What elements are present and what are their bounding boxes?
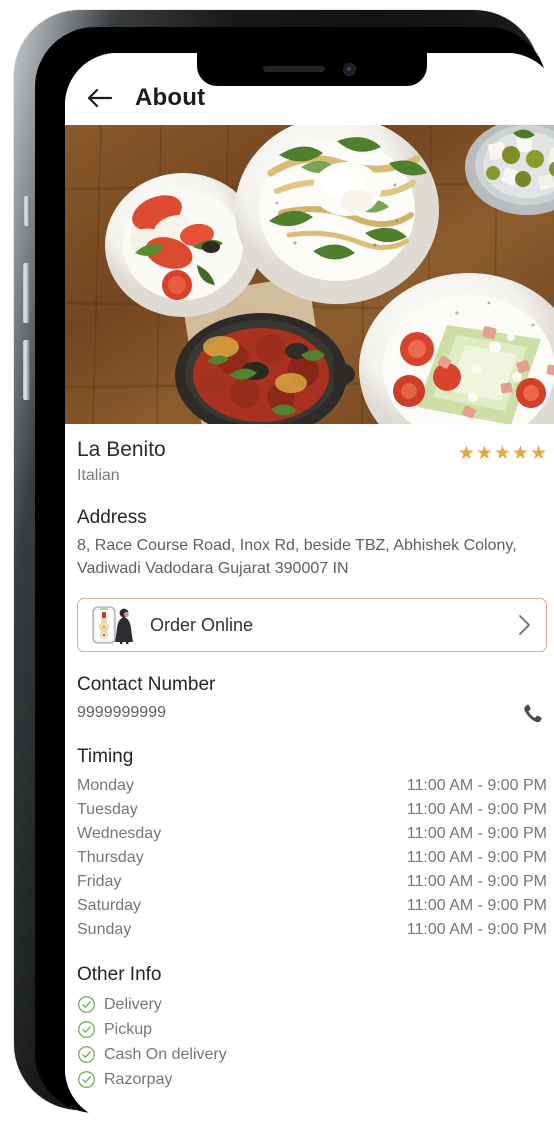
restaurant-name: La Benito: [77, 438, 166, 462]
table-row: Wednesday 11:00 AM - 9:00 PM: [77, 822, 547, 846]
address-value: 8, Race Course Road, Inox Rd, beside TBZ…: [77, 535, 547, 580]
contact-row: 9999999999: [77, 702, 547, 724]
earpiece-speaker-icon: [263, 66, 325, 72]
restaurant-identity: La Benito Italian: [77, 438, 166, 485]
restaurant-hero-image: [65, 125, 554, 424]
person-silhouette: [115, 609, 133, 644]
table-row: Monday 11:00 AM - 9:00 PM: [77, 774, 547, 798]
contact-heading: Contact Number: [77, 674, 547, 696]
timing-hours: 11:00 AM - 9:00 PM: [407, 801, 547, 819]
timing-day: Thursday: [77, 849, 144, 867]
star-icon: ★: [476, 444, 493, 463]
timing-heading: Timing: [77, 746, 547, 768]
info-label: Delivery: [104, 996, 162, 1014]
silence-switch[interactable]: [24, 196, 30, 226]
table-row: Thursday 11:00 AM - 9:00 PM: [77, 846, 547, 870]
back-button[interactable]: [79, 78, 119, 118]
table-row: Friday 11:00 AM - 9:00 PM: [77, 870, 547, 894]
list-item: Cash On delivery: [77, 1042, 547, 1067]
timing-hours: 11:00 AM - 9:00 PM: [407, 873, 547, 891]
phone-handset-icon[interactable]: [521, 702, 547, 724]
rating-stars: ★ ★ ★ ★ ★: [458, 438, 547, 463]
timing-hours: 11:00 AM - 9:00 PM: [407, 825, 547, 843]
star-icon: ★: [512, 444, 529, 463]
phone-frame: About: [14, 10, 540, 1110]
timing-hours: 11:00 AM - 9:00 PM: [407, 777, 547, 795]
volume-down-button[interactable]: [23, 340, 30, 400]
table-row: Saturday 11:00 AM - 9:00 PM: [77, 894, 547, 918]
check-circle-icon: [77, 1020, 96, 1039]
check-circle-icon: [77, 1045, 96, 1064]
restaurant-summary: La Benito Italian ★ ★ ★ ★ ★: [77, 424, 547, 485]
table-row: Tuesday 11:00 AM - 9:00 PM: [77, 798, 547, 822]
list-item: Delivery: [77, 992, 547, 1017]
timing-day: Monday: [77, 777, 134, 795]
other-info-list: Delivery Pickup: [77, 992, 547, 1092]
other-info-heading: Other Info: [77, 964, 547, 986]
volume-up-button[interactable]: [23, 263, 30, 323]
timing-day: Saturday: [77, 897, 141, 915]
timing-day: Tuesday: [77, 801, 138, 819]
timing-list: Monday 11:00 AM - 9:00 PM Tuesday 11:00 …: [77, 774, 547, 942]
timing-day: Sunday: [77, 921, 131, 939]
timing-hours: 11:00 AM - 9:00 PM: [407, 897, 547, 915]
star-icon: ★: [494, 444, 511, 463]
star-icon: ★: [530, 444, 547, 463]
detail-scroll-area[interactable]: La Benito Italian ★ ★ ★ ★ ★ Address 8, R…: [65, 424, 554, 1121]
page-title: About: [135, 84, 205, 112]
timing-day: Friday: [77, 873, 121, 891]
restaurant-cuisine: Italian: [77, 467, 166, 485]
front-camera-icon: [343, 63, 356, 76]
address-heading: Address: [77, 507, 547, 529]
phone-order-illustration-icon: [90, 605, 136, 645]
timing-hours: 11:00 AM - 9:00 PM: [407, 921, 547, 939]
order-online-label: Order Online: [150, 615, 516, 636]
list-item: Pickup: [77, 1017, 547, 1042]
about-screen: About: [65, 53, 554, 1121]
list-item: Razorpay: [77, 1067, 547, 1092]
check-circle-icon: [77, 1070, 96, 1089]
arrow-left-icon: [86, 87, 112, 109]
chevron-right-icon: [516, 613, 532, 637]
phone-screen: About: [65, 53, 554, 1121]
timing-hours: 11:00 AM - 9:00 PM: [407, 849, 547, 867]
check-circle-icon: [77, 995, 96, 1014]
notch: [197, 53, 427, 86]
star-icon: ★: [458, 444, 475, 463]
info-label: Razorpay: [104, 1071, 172, 1089]
food-flatlay-illustration: [65, 125, 554, 424]
info-label: Pickup: [104, 1021, 152, 1039]
contact-number: 9999999999: [77, 704, 166, 722]
phone-bezel: About: [35, 27, 547, 1113]
order-online-button[interactable]: Order Online: [77, 598, 547, 652]
info-label: Cash On delivery: [104, 1046, 227, 1064]
timing-day: Wednesday: [77, 825, 161, 843]
table-row: Sunday 11:00 AM - 9:00 PM: [77, 918, 547, 942]
